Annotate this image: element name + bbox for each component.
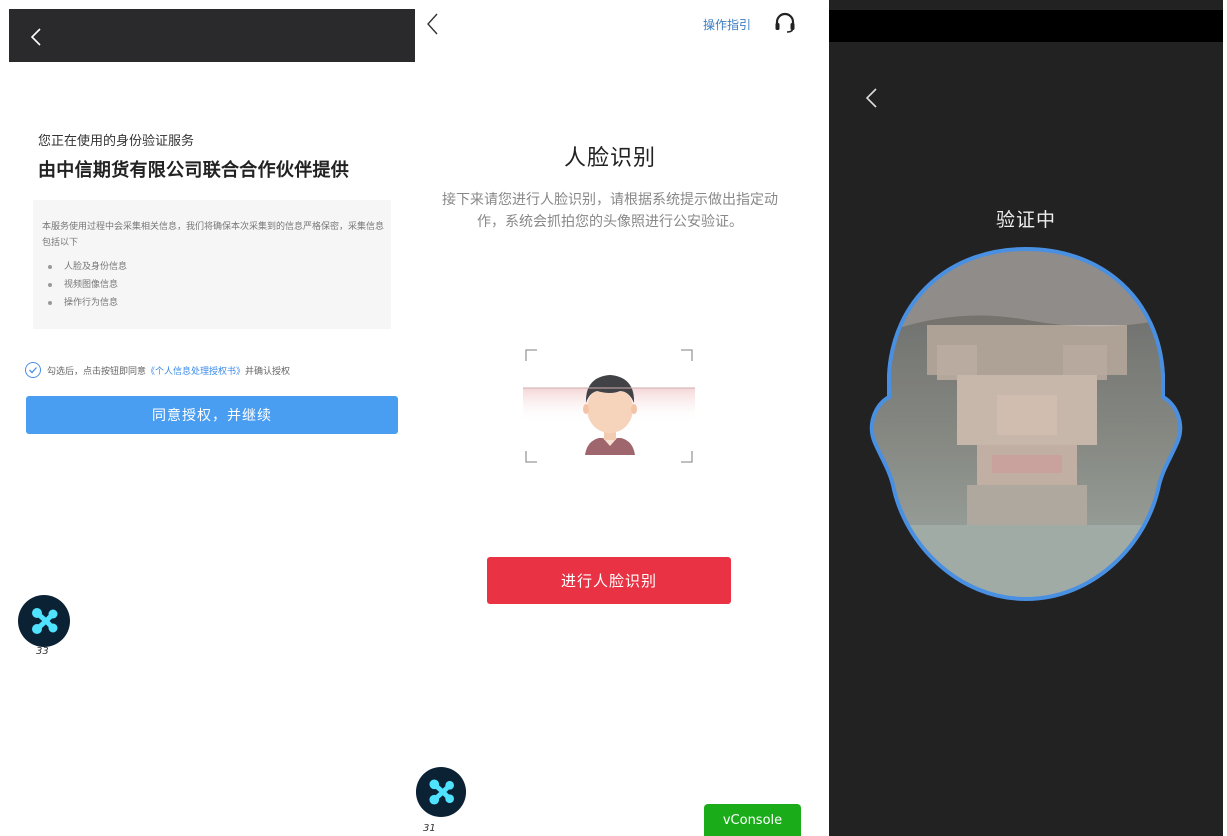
floating-share-icon[interactable] xyxy=(415,766,467,818)
floating-badge-count: 31 xyxy=(423,823,436,834)
service-provider-title: 由中信期货有限公司联合合作伙伴提供 xyxy=(38,160,350,181)
face-capture-preview xyxy=(869,246,1183,602)
verifying-panel: 验证中 xyxy=(829,0,1223,836)
list-item: 操作行为信息 xyxy=(44,294,127,312)
vconsole-button[interactable]: vConsole xyxy=(704,804,801,836)
back-icon[interactable] xyxy=(25,25,49,49)
start-face-recognition-button[interactable]: 进行人脸识别 xyxy=(487,557,731,604)
floating-badge-count: 33 xyxy=(36,646,49,657)
back-icon[interactable] xyxy=(862,86,882,110)
info-intro: 本服务使用过程中会采集相关信息，我们将确保本次采集到的信息严格保密，采集信息包括… xyxy=(42,222,385,248)
agreement-row: 勾选后，点击按钮即同意 《个人信息处理授权书》 并确认授权 xyxy=(25,360,290,380)
info-box: 本服务使用过程中会采集相关信息，我们将确保本次采集到的信息严格保密，采集信息包括… xyxy=(33,200,391,329)
agreement-suffix: 并确认授权 xyxy=(245,366,291,377)
verifying-title: 验证中 xyxy=(995,209,1056,231)
agree-continue-button[interactable]: 同意授权，并继续 xyxy=(26,396,398,434)
status-bar xyxy=(829,10,1223,42)
agree-checkbox[interactable] xyxy=(25,362,41,378)
headset-icon[interactable] xyxy=(773,11,797,33)
check-icon xyxy=(29,367,37,374)
page-title: 人脸识别 xyxy=(563,146,656,171)
agreement-prefix: 勾选后，点击按钮即同意 xyxy=(47,366,147,377)
face-intro-panel: 操作指引 人脸识别 接下来请您进行人脸识别，请根据系统提示做出指定动作，系统会抓… xyxy=(415,0,815,836)
back-icon[interactable] xyxy=(423,12,443,36)
instruction-text: 接下来请您进行人脸识别，请根据系统提示做出指定动作，系统会抓拍您的头像照进行公安… xyxy=(442,192,778,230)
auth-panel: 您正在使用的身份验证服务 由中信期货有限公司联合合作伙伴提供 本服务使用过程中会… xyxy=(9,0,415,836)
service-subtitle: 您正在使用的身份验证服务 xyxy=(38,134,195,149)
list-item: 视频图像信息 xyxy=(44,276,127,294)
list-item: 人脸及身份信息 xyxy=(44,258,127,276)
face-frame-illustration xyxy=(523,349,695,463)
info-list: 人脸及身份信息 视频图像信息 操作行为信息 xyxy=(44,258,127,312)
floating-share-icon[interactable] xyxy=(17,594,71,648)
top-bar xyxy=(9,9,415,62)
operation-guide-link[interactable]: 操作指引 xyxy=(703,16,751,33)
authorization-doc-link[interactable]: 《个人信息处理授权书》 xyxy=(146,364,245,377)
